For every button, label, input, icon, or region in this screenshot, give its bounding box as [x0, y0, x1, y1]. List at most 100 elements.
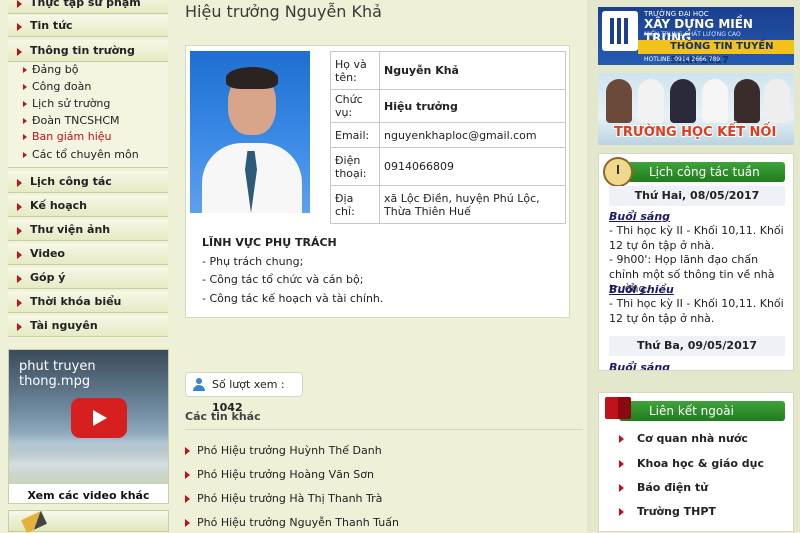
- profile-email-link[interactable]: nguyenkhaploc@gmail.com: [379, 122, 566, 148]
- schedule-day: Thứ Hai, 08/05/2017: [609, 186, 785, 206]
- submenu-item-label: Đảng bộ: [32, 63, 79, 76]
- admissions-banner[interactable]: TRƯỜNG ĐẠI HỌC XÂY DỰNG MIỀN TRUNG MIỀN …: [598, 7, 794, 65]
- external-links-widget: Liên kết ngoài Cơ quan nhà nước Khoa học…: [598, 392, 794, 532]
- sidebar-item-thong-tin-truong[interactable]: Thông tin trường: [8, 40, 168, 62]
- video-widget: phut truyen thong.mpg Xem các video khác: [8, 349, 169, 504]
- profile-key: Chức vụ:: [330, 89, 380, 123]
- connected-school-banner[interactable]: TRƯỜNG HỌC KẾT NỐI: [598, 73, 794, 145]
- arrow-right-icon: [185, 519, 190, 527]
- other-news-item[interactable]: Phó Hiệu trưởng Huỳnh Thế Danh: [185, 444, 382, 457]
- arrow-right-icon: [17, 275, 22, 283]
- duties-section: LĨNH VỰC PHỤ TRÁCH - Phụ trách chung; - …: [202, 234, 383, 308]
- arrow-right-icon: [23, 101, 27, 107]
- page-title: Hiệu trưởng Nguyễn Khả: [185, 2, 382, 21]
- other-news-item[interactable]: Phó Hiệu trưởng Hà Thị Thanh Trà: [185, 492, 382, 505]
- arrow-right-icon: [23, 118, 27, 124]
- profile-value: Nguyễn Khả: [379, 51, 566, 90]
- sidebar-item-label: Video: [30, 247, 65, 260]
- arrow-right-icon: [23, 67, 27, 73]
- more-videos-link[interactable]: Xem các video khác: [9, 489, 168, 502]
- schedule-text: - Thi học kỳ II - Khối 10,11. Khối 12 tự…: [609, 224, 784, 252]
- left-sidebar: Thực tập sư phạm Tin tức Thông tin trườn…: [0, 0, 172, 533]
- arrow-right-icon: [185, 471, 190, 479]
- profile-value: Hiệu trưởng: [379, 89, 566, 123]
- external-link-label: Cơ quan nhà nước: [637, 432, 748, 445]
- links-header: Liên kết ngoài: [619, 401, 785, 421]
- sidebar-item-tai-nguyen[interactable]: Tài nguyên: [8, 315, 168, 337]
- external-link-label: Báo điện tử: [637, 481, 709, 494]
- submenu-item-lich-su[interactable]: Lịch sử trường: [23, 97, 111, 111]
- arrow-right-icon: [619, 435, 624, 443]
- sidebar-item-thoi-khoa-bieu[interactable]: Thời khóa biểu: [8, 291, 168, 313]
- banner-text: MIỀN TRUNG CHẤT LƯỢNG CAO: [644, 31, 741, 38]
- schedule-header: Lịch công tác tuần: [619, 162, 785, 182]
- external-link-item[interactable]: Trường THPT: [619, 505, 716, 518]
- banner-caption: TRƯỜNG HỌC KẾT NỐI: [614, 125, 777, 140]
- arrow-right-icon: [17, 203, 22, 211]
- external-link-label: Khoa học & giáo dục: [637, 457, 765, 470]
- video-player[interactable]: phut truyen thong.mpg: [9, 350, 168, 484]
- sidebar-item-thu-vien-anh[interactable]: Thư viện ảnh: [8, 219, 168, 241]
- duty-item: - Công tác kế hoạch và tài chính.: [202, 291, 384, 305]
- divider: [185, 429, 583, 430]
- links-title: Liên kết ngoài: [649, 404, 734, 418]
- sidebar-item-lich-cong-tac[interactable]: Lịch công tác: [8, 171, 168, 193]
- sidebar-submenu: Đảng bộ Công đoàn Lịch sử trường Đoàn TN…: [8, 62, 168, 168]
- submenu-item-label: Công đoàn: [32, 80, 92, 93]
- sidebar-item-label: Lịch công tác: [30, 175, 112, 188]
- profile-key: Địa chỉ:: [330, 185, 380, 224]
- sidebar-item-label: Tài nguyên: [30, 319, 98, 332]
- profile-row-address: Địa chỉ: xã Lộc Điền, huyện Phú Lộc, Thừ…: [330, 185, 566, 224]
- view-counter: Số lượt xem : 1042: [185, 372, 303, 414]
- submenu-item-to-chuyen-mon[interactable]: Các tổ chuyên môn: [23, 148, 139, 162]
- submenu-item-dang-bo[interactable]: Đảng bộ: [23, 63, 79, 77]
- external-link-label: Trường THPT: [637, 505, 716, 518]
- submenu-item-label: Ban giám hiệu: [32, 130, 112, 143]
- submenu-item-label: Đoàn TNCSHCM: [32, 114, 120, 127]
- submenu-item-label: Lịch sử trường: [32, 97, 111, 110]
- sidebar-item-tin-tuc[interactable]: Tin tức: [8, 15, 168, 37]
- profile-key: Họ và tên:: [330, 51, 380, 90]
- schedule-session: Buổi sáng: [609, 210, 671, 223]
- profile-card: Họ và tên: Nguyễn Khả Chức vụ: Hiệu trưở…: [185, 45, 570, 318]
- sidebar-bottom-widget: [8, 510, 169, 533]
- external-link-item[interactable]: Cơ quan nhà nước: [619, 432, 748, 445]
- arrow-right-icon: [185, 495, 190, 503]
- sidebar-item-ke-hoach[interactable]: Kế hoạch: [8, 195, 168, 217]
- other-news-label: Phó Hiệu trưởng Hoàng Văn Sơn: [197, 468, 374, 481]
- profile-row-email: Email: nguyenkhaploc@gmail.com: [330, 122, 566, 148]
- other-news-label: Phó Hiệu trưởng Huỳnh Thế Danh: [197, 444, 382, 457]
- submenu-item-cong-doan[interactable]: Công đoàn: [23, 80, 92, 94]
- sidebar-item-label: Góp ý: [30, 271, 66, 284]
- other-news-item[interactable]: Phó Hiệu trưởng Hoàng Văn Sơn: [185, 468, 374, 481]
- arrow-right-icon: [619, 460, 624, 468]
- profile-value: xã Lộc Điền, huyện Phú Lộc, Thừa Thiên H…: [379, 185, 566, 224]
- university-logo-icon: [602, 11, 638, 51]
- sidebar-item-thuc-tap[interactable]: Thực tập sư phạm: [8, 0, 168, 14]
- play-button[interactable]: [71, 398, 127, 438]
- sidebar-item-label: Thời khóa biểu: [30, 295, 122, 308]
- other-news-item[interactable]: Phó Hiệu trưởng Nguyễn Thanh Tuấn: [185, 516, 399, 529]
- duty-item: - Công tác tổ chức và cán bộ;: [202, 273, 364, 286]
- arrow-right-icon: [619, 508, 624, 516]
- sidebar-item-video[interactable]: Video: [8, 243, 168, 265]
- arrow-right-icon: [17, 23, 22, 31]
- arrow-right-icon: [17, 251, 22, 259]
- arrow-right-icon: [17, 227, 22, 235]
- submenu-item-ban-giam-hieu[interactable]: Ban giám hiệu: [23, 130, 112, 144]
- external-link-item[interactable]: Báo điện tử: [619, 481, 709, 494]
- profile-info-table: Họ và tên: Nguyễn Khả Chức vụ: Hiệu trưở…: [330, 51, 566, 224]
- external-link-item[interactable]: Khoa học & giáo dục: [619, 457, 765, 470]
- user-icon: [193, 378, 205, 391]
- arrow-right-icon: [17, 0, 22, 8]
- clock-icon: [603, 157, 633, 187]
- submenu-item-doan[interactable]: Đoàn TNCSHCM: [23, 114, 120, 128]
- sidebar-item-label: Thông tin trường: [30, 44, 135, 57]
- profile-row-position: Chức vụ: Hiệu trưởng: [330, 89, 566, 123]
- schedule-session: Buổi sáng: [609, 361, 671, 371]
- profile-key: Email:: [330, 122, 380, 148]
- sidebar-item-gop-y[interactable]: Góp ý: [8, 267, 168, 289]
- profile-value: 0914066809: [379, 147, 566, 186]
- arrow-right-icon: [17, 179, 22, 187]
- video-title: phut truyen thong.mpg: [19, 359, 96, 389]
